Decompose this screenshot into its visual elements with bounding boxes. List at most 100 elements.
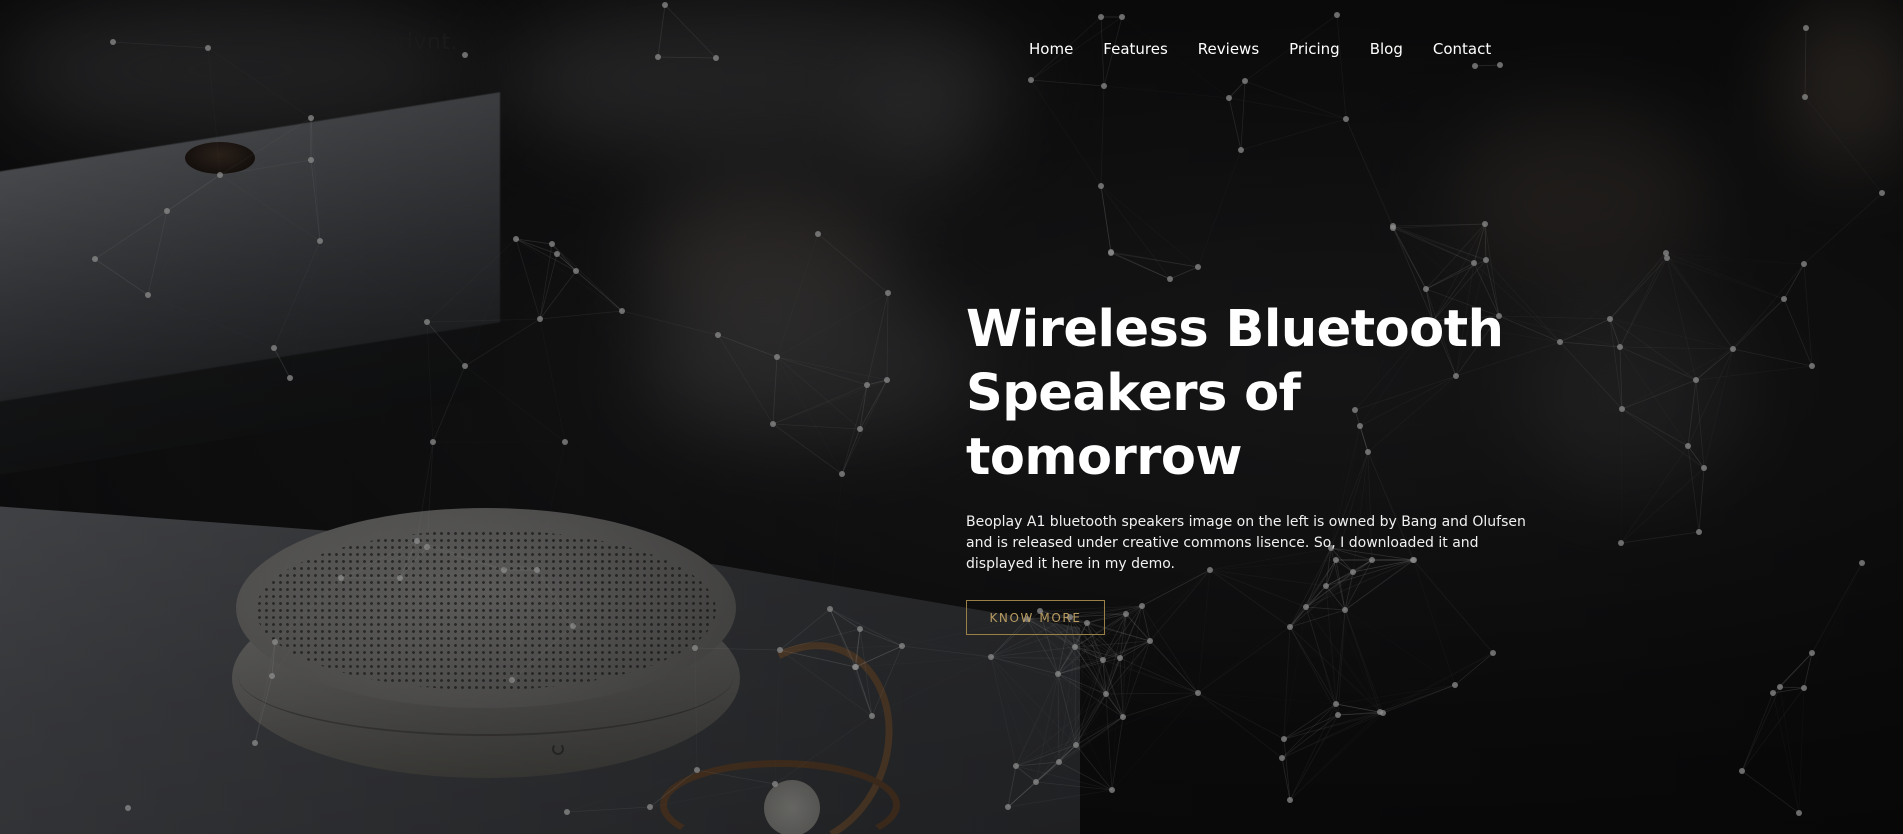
network-link — [1198, 607, 1306, 693]
network-node — [308, 157, 314, 163]
network-link — [1803, 652, 1813, 689]
network-link — [464, 365, 566, 443]
network-link — [465, 254, 557, 366]
network-node — [534, 567, 540, 573]
network-node — [1796, 810, 1802, 816]
nav-item-pricing[interactable]: Pricing — [1289, 40, 1340, 58]
network-node — [1108, 249, 1114, 255]
network-link — [465, 239, 516, 366]
network-link — [539, 270, 577, 320]
nav-item-home[interactable]: Home — [1029, 40, 1073, 58]
network-link — [504, 442, 565, 570]
network-node — [1809, 363, 1815, 369]
network-link — [1732, 298, 1785, 350]
site-logo[interactable]: advnt. — [385, 30, 458, 55]
network-node — [1287, 797, 1293, 803]
network-link — [990, 656, 1059, 675]
network-node — [1281, 736, 1287, 742]
network-link — [537, 442, 565, 570]
network-link — [1804, 563, 1862, 688]
network-link — [1197, 626, 1291, 694]
network-link — [1784, 193, 1882, 299]
network-link — [1289, 714, 1339, 801]
network-link — [1283, 738, 1291, 801]
network-link — [464, 318, 541, 367]
network-link — [1703, 348, 1734, 469]
network-link — [1425, 262, 1475, 290]
network-link — [426, 321, 466, 367]
network-link — [1741, 687, 1805, 772]
network-link — [1122, 692, 1199, 718]
network-link — [774, 715, 873, 785]
network-node — [513, 236, 519, 242]
hero-headline-line: tomorrow — [966, 428, 1243, 487]
network-link — [416, 441, 434, 542]
network-node — [857, 426, 863, 432]
network-node — [857, 626, 863, 632]
network-node — [1072, 644, 1078, 650]
network-link — [1289, 703, 1337, 801]
network-link — [779, 628, 861, 651]
nav-item-features[interactable]: Features — [1103, 40, 1168, 58]
network-link — [1281, 703, 1337, 759]
network-link — [273, 347, 291, 379]
network-node — [1802, 94, 1808, 100]
network-link — [1344, 609, 1381, 713]
network-link — [694, 647, 698, 771]
network-link — [567, 770, 697, 812]
network-node — [1055, 671, 1061, 677]
network-link — [399, 540, 418, 579]
network-link — [1305, 606, 1381, 713]
main-nav: Home Features Reviews Pricing Blog Conta… — [1029, 40, 1491, 58]
network-node — [1303, 604, 1309, 610]
network-link — [94, 210, 168, 260]
hero-headline-line: Speakers of — [966, 364, 1301, 423]
network-link — [1379, 652, 1494, 713]
network-node — [1497, 62, 1503, 68]
network-link — [219, 174, 321, 242]
network-link — [664, 4, 717, 59]
nav-item-blog[interactable]: Blog — [1370, 40, 1403, 58]
network-link — [649, 783, 776, 808]
network-node — [1618, 540, 1624, 546]
network-node — [815, 231, 821, 237]
network-link — [772, 356, 778, 425]
network-node — [1100, 657, 1106, 663]
network-node — [713, 55, 719, 61]
network-node — [1663, 250, 1669, 256]
network-link — [1030, 79, 1105, 87]
know-more-button[interactable]: KNOW MORE — [966, 600, 1105, 635]
hero-description: Beoplay A1 bluetooth speakers image on t… — [966, 514, 1526, 572]
network-link — [772, 423, 843, 475]
nav-item-contact[interactable]: Contact — [1433, 40, 1491, 58]
network-node — [1617, 344, 1623, 350]
network-link — [1621, 379, 1697, 410]
network-node — [1123, 611, 1129, 617]
network-link — [1620, 531, 1700, 544]
network-link — [1289, 626, 1381, 713]
network-link — [1622, 409, 1699, 532]
network-link — [565, 311, 622, 442]
network-link — [1345, 610, 1455, 685]
network-node — [338, 575, 344, 581]
network-link — [718, 234, 818, 335]
network-link — [1811, 562, 1863, 654]
network-link — [1413, 560, 1455, 685]
network-node — [1859, 560, 1865, 566]
network-node — [1471, 260, 1477, 266]
network-link — [1100, 185, 1112, 253]
network-link — [775, 650, 780, 784]
network-node — [205, 45, 211, 51]
network-link — [1103, 85, 1230, 99]
network-link — [1198, 693, 1290, 800]
network-link — [1666, 257, 1697, 381]
network-link — [426, 238, 517, 323]
nav-item-reviews[interactable]: Reviews — [1198, 40, 1259, 58]
network-node — [570, 623, 576, 629]
network-node — [424, 544, 430, 550]
network-node — [252, 740, 258, 746]
network-link — [1741, 686, 1781, 772]
network-link — [1780, 563, 1862, 687]
network-link — [1741, 770, 1800, 814]
network-link — [1392, 225, 1487, 261]
